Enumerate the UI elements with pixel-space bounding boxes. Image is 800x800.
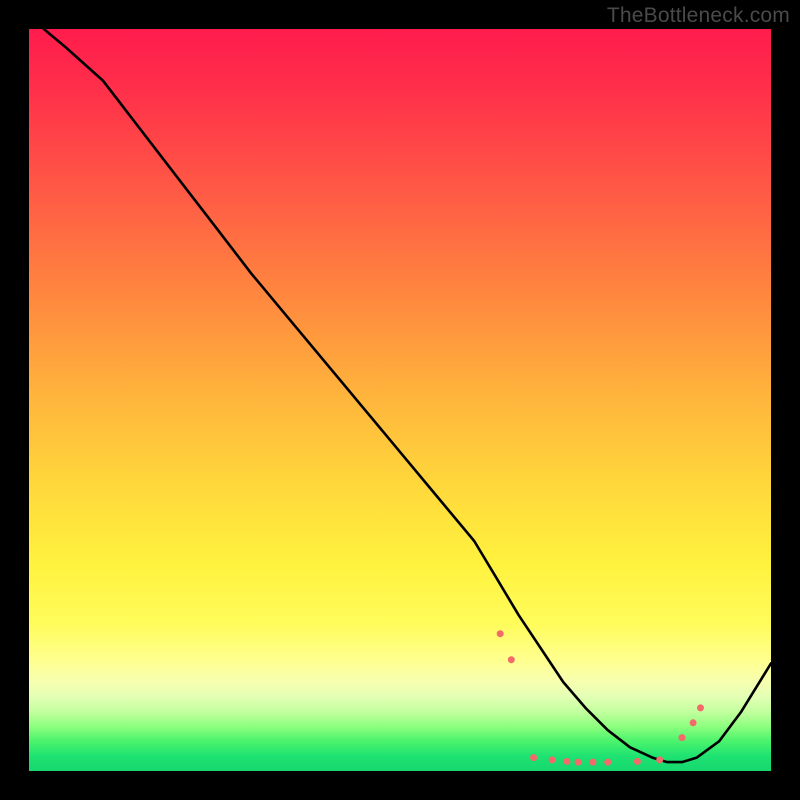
- watermark-text: TheBottleneck.com: [607, 4, 790, 28]
- chart-plot-area: [29, 29, 771, 771]
- chart-frame: TheBottleneck.com: [0, 0, 800, 800]
